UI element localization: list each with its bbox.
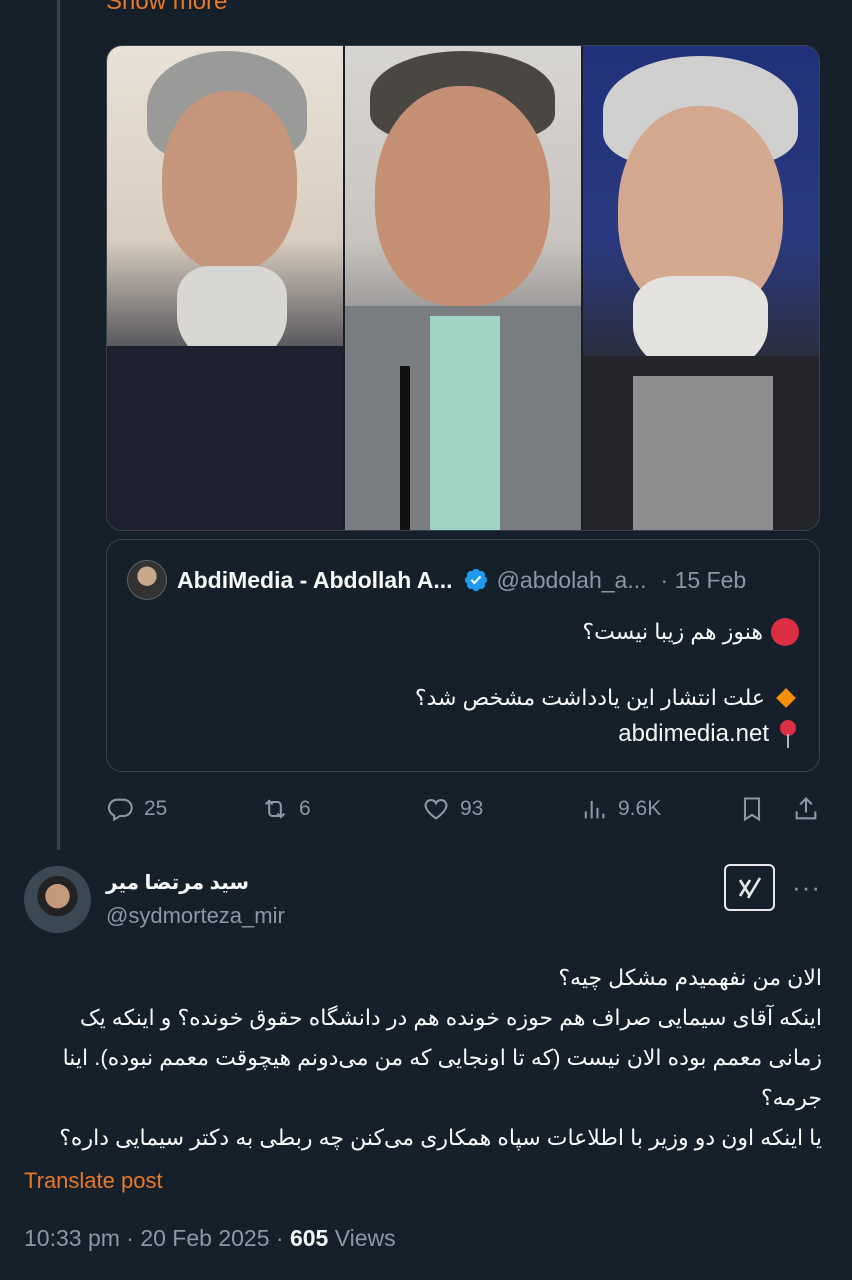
quoted-text: علت انتشار این یادداشت مشخص شد؟ (414, 685, 765, 710)
verified-icon (464, 568, 487, 592)
grok-button[interactable] (724, 864, 775, 911)
more-icon[interactable]: ··· (792, 872, 821, 903)
quoted-author-name[interactable]: AbdiMedia - Abdollah A... (177, 567, 453, 594)
reply-author-handle[interactable]: @sydmorteza_mir (106, 903, 285, 929)
quoted-text-line-3: abdimedia.net (618, 720, 799, 748)
red-circle-emoji-icon (771, 618, 799, 646)
reply-author-avatar[interactable] (24, 866, 91, 933)
views-label: Views (328, 1225, 396, 1251)
reply-post-text: الان من نفهمیدم مشکل چیه؟ اینکه آقای سیم… (20, 958, 822, 1158)
quoted-text-line-1: هنوز هم زیبا نیست؟ (582, 618, 799, 646)
orange-diamond-emoji-icon (776, 688, 796, 708)
post-timestamp[interactable]: 10:33 pm · 20 Feb 2025 · (24, 1225, 290, 1251)
quoted-text: هنوز هم زیبا نیست؟ (582, 619, 763, 644)
quoted-text-line-2: علت انتشار این یادداشت مشخص شد؟ (415, 685, 799, 711)
reply-button[interactable]: 25 (106, 790, 167, 828)
views-button[interactable]: 9.6K (580, 790, 661, 828)
photo-right[interactable] (581, 46, 819, 530)
quoted-post[interactable]: AbdiMedia - Abdollah A... @abdolah_a... … (106, 539, 820, 772)
quoted-author-avatar[interactable] (127, 560, 167, 600)
bookmark-icon (743, 797, 761, 822)
reply-icon (107, 798, 133, 822)
views-total: 605 (289, 1225, 329, 1251)
reply-text-line: یا اینکه اون دو وزیر با اطلاعات سپاه همک… (59, 1125, 822, 1150)
show-more-link[interactable]: Show more (106, 0, 227, 16)
quoted-post-date[interactable]: · 15 Feb (661, 567, 747, 594)
like-count: 93 (460, 797, 484, 820)
translate-post-link[interactable]: Translate post (24, 1168, 163, 1194)
like-icon (424, 798, 448, 820)
pushpin-emoji-icon (777, 720, 799, 748)
post-action-bar: 25 6 93 9.6K (106, 790, 820, 828)
reply-text-line: الان من نفهمیدم مشکل چیه؟ (558, 965, 822, 990)
quoted-author-handle[interactable]: @abdolah_a... (497, 567, 647, 594)
photo-middle[interactable] (343, 46, 581, 530)
reply-count: 25 (144, 797, 168, 820)
post-metadata: 10:33 pm · 20 Feb 2025 · 605 Views (24, 1225, 396, 1252)
thread-connector-line (57, 0, 60, 850)
share-button[interactable] (792, 790, 820, 828)
reply-author-name[interactable]: سید مرتضا میر (106, 870, 249, 895)
bookmark-button[interactable] (738, 790, 766, 828)
views-count: 9.6K (618, 797, 662, 820)
repost-button[interactable]: 6 (261, 790, 311, 828)
reply-text-line: جرمه؟ (761, 1085, 822, 1110)
like-button[interactable]: 93 (422, 790, 483, 828)
photo-left[interactable] (107, 46, 343, 530)
grok-icon (738, 876, 761, 899)
repost-count: 6 (299, 797, 311, 820)
quoted-post-header: AbdiMedia - Abdollah A... @abdolah_a... … (127, 560, 801, 600)
quoted-link[interactable]: abdimedia.net (618, 720, 769, 748)
repost-icon (264, 799, 286, 819)
post-media[interactable] (106, 45, 820, 531)
reply-text-line: زمانی معمم بوده الان نیست (که تا اونجایی… (62, 1045, 822, 1070)
share-icon (795, 797, 817, 820)
views-icon (584, 800, 605, 819)
reply-text-line: اینکه آقای سیمایی صراف هم حوزه خونده هم … (79, 1005, 822, 1030)
